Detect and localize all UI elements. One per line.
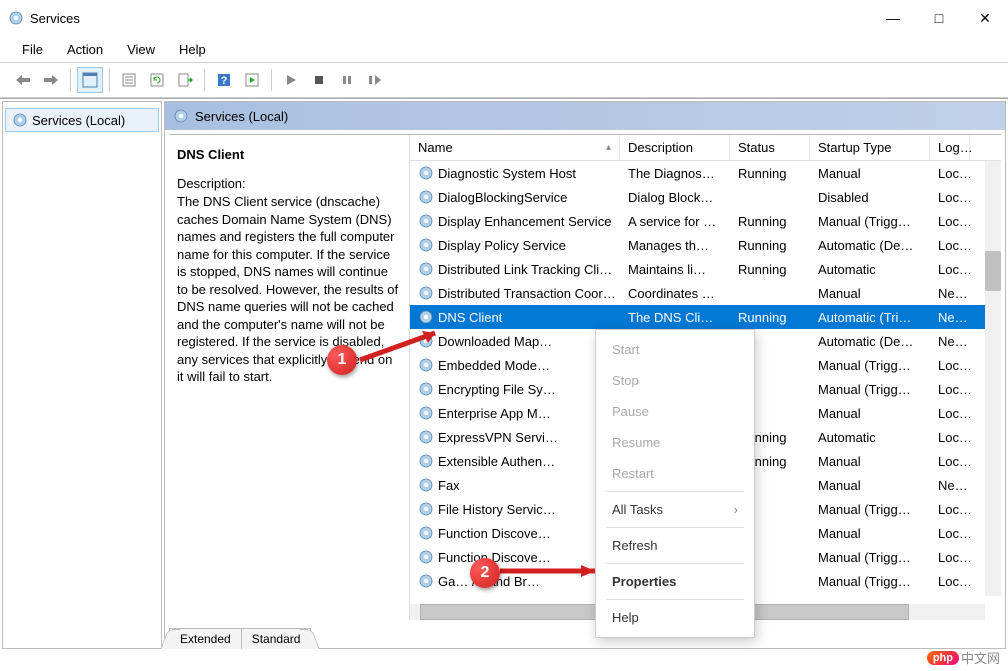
tree-item-label: Services (Local) xyxy=(32,113,125,128)
column-startup-type[interactable]: Startup Type xyxy=(810,135,930,160)
close-button[interactable]: ✕ xyxy=(962,2,1008,34)
service-row-icon xyxy=(418,405,434,421)
services-tree-icon xyxy=(12,112,28,128)
service-row-icon xyxy=(418,525,434,541)
context-menu-item[interactable]: Refresh xyxy=(596,530,754,561)
context-menu-separator xyxy=(606,563,744,564)
service-row-icon xyxy=(418,213,434,229)
context-menu-item[interactable]: Help xyxy=(596,602,754,633)
show-hide-tree-button[interactable] xyxy=(77,67,103,93)
menu-help[interactable]: Help xyxy=(169,40,216,59)
service-row[interactable]: DNS ClientThe DNS Cli…RunningAutomatic (… xyxy=(410,305,1001,329)
stop-service-button[interactable] xyxy=(306,67,332,93)
service-row[interactable]: Distributed Link Tracking Cli…Maintains … xyxy=(410,257,1001,281)
tab-standard[interactable]: Standard xyxy=(241,628,312,649)
context-menu-item: Resume xyxy=(596,427,754,458)
menu-action[interactable]: Action xyxy=(57,40,113,59)
context-menu-item[interactable]: Properties xyxy=(596,566,754,597)
action-button[interactable] xyxy=(239,67,265,93)
refresh-button[interactable] xyxy=(144,67,170,93)
context-menu: StartStopPauseResumeRestart All Tasks› Ref… xyxy=(595,329,755,638)
service-row-icon xyxy=(418,189,434,205)
pane-header-icon xyxy=(173,108,189,124)
service-row-icon xyxy=(418,381,434,397)
service-row-icon xyxy=(418,453,434,469)
service-row-icon xyxy=(418,477,434,493)
service-row[interactable]: Display Policy ServiceManages th…Running… xyxy=(410,233,1001,257)
service-detail-column: DNS Client Description: The DNS Client s… xyxy=(169,135,409,620)
help-button[interactable]: ? xyxy=(211,67,237,93)
service-row[interactable]: Diagnostic System HostThe Diagnos…Runnin… xyxy=(410,161,1001,185)
column-name[interactable]: Name▴ xyxy=(410,135,620,160)
menu-file[interactable]: File xyxy=(12,40,53,59)
context-menu-separator xyxy=(606,527,744,528)
tree-item-services-local[interactable]: Services (Local) xyxy=(5,108,159,132)
pane-header-title: Services (Local) xyxy=(195,109,288,124)
service-row[interactable]: Display Enhancement ServiceA service for… xyxy=(410,209,1001,233)
service-row-icon xyxy=(418,165,434,181)
vertical-scrollbar[interactable] xyxy=(985,161,1001,596)
title-bar: Services ― □ ✕ xyxy=(0,0,1008,36)
svg-text:?: ? xyxy=(221,75,228,87)
pane-header: Services (Local) xyxy=(165,102,1005,130)
forward-button[interactable] xyxy=(38,67,64,93)
view-tabs: Extended Standard xyxy=(165,625,1005,649)
properties-button[interactable] xyxy=(116,67,142,93)
tab-extended[interactable]: Extended xyxy=(169,628,242,649)
column-status[interactable]: Status xyxy=(730,135,810,160)
service-row-icon xyxy=(418,429,434,445)
menu-view[interactable]: View xyxy=(117,40,165,59)
menu-bar: File Action View Help xyxy=(0,36,1008,62)
context-menu-item: Restart xyxy=(596,458,754,489)
service-row-icon xyxy=(418,573,434,589)
context-menu-item[interactable]: All Tasks› xyxy=(596,494,754,525)
annotation-arrow-1 xyxy=(350,325,460,365)
context-menu-item: Stop xyxy=(596,365,754,396)
context-menu-separator xyxy=(606,491,744,492)
service-row-icon xyxy=(418,261,434,277)
start-service-button[interactable] xyxy=(278,67,304,93)
watermark: php 中文网 xyxy=(927,648,1000,667)
service-row-icon xyxy=(418,237,434,253)
annotation-arrow-2 xyxy=(495,556,615,586)
restart-service-button[interactable] xyxy=(362,67,388,93)
list-header: Name▴ Description Status Startup Type Lo… xyxy=(410,135,1001,161)
description-label: Description: xyxy=(177,176,401,191)
service-row[interactable]: Distributed Transaction Coor…Coordinates… xyxy=(410,281,1001,305)
watermark-text: 中文网 xyxy=(961,648,1000,667)
watermark-badge: php xyxy=(927,651,959,665)
pane-content: DNS Client Description: The DNS Client s… xyxy=(169,134,1001,620)
window-title: Services xyxy=(30,11,80,26)
services-app-icon xyxy=(8,10,24,26)
service-row-icon xyxy=(418,549,434,565)
toolbar: ? xyxy=(0,62,1008,98)
annotation-marker-2: 2 xyxy=(470,558,500,588)
service-row-icon xyxy=(418,285,434,301)
back-button[interactable] xyxy=(10,67,36,93)
minimize-button[interactable]: ― xyxy=(870,2,916,34)
column-logon[interactable]: Log… xyxy=(930,135,970,160)
context-menu-item: Pause xyxy=(596,396,754,427)
context-menu-item: Start xyxy=(596,334,754,365)
service-row[interactable]: DialogBlockingServiceDialog Block…Disabl… xyxy=(410,185,1001,209)
maximize-button[interactable]: □ xyxy=(916,2,962,34)
service-row-icon xyxy=(418,309,434,325)
pause-service-button[interactable] xyxy=(334,67,360,93)
tree-pane: Services (Local) xyxy=(2,101,162,649)
export-button[interactable] xyxy=(172,67,198,93)
service-row-icon xyxy=(418,501,434,517)
selected-service-name: DNS Client xyxy=(177,147,401,162)
submenu-arrow-icon: › xyxy=(734,502,738,517)
vertical-scrollbar-thumb[interactable] xyxy=(985,251,1001,291)
annotation-marker-1: 1 xyxy=(327,345,357,375)
column-description[interactable]: Description xyxy=(620,135,730,160)
context-menu-separator xyxy=(606,599,744,600)
